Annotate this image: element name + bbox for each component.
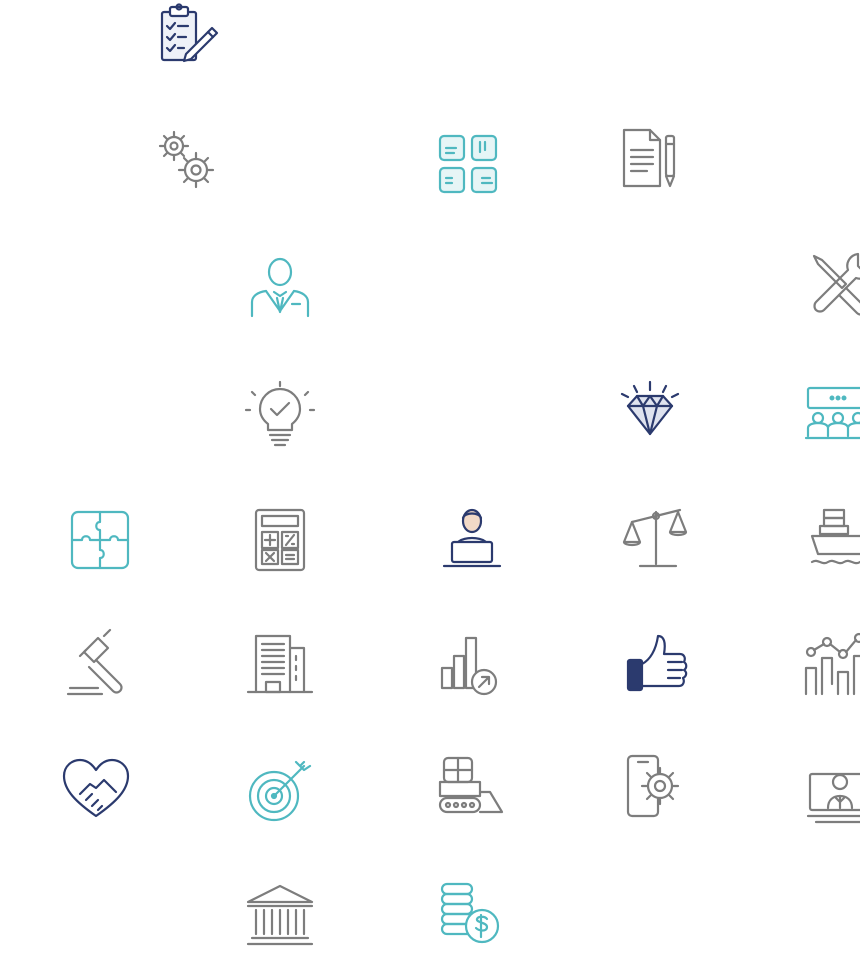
presenter-screen-icon (806, 758, 860, 830)
businessman-icon (244, 254, 316, 326)
wrench-screwdriver-icon (806, 248, 860, 320)
bulldozer-icon (436, 752, 508, 824)
handshake-heart-icon (60, 754, 132, 826)
gears-icon (152, 124, 224, 196)
conference-audience-icon (802, 382, 860, 454)
coins-dollar-icon (436, 878, 508, 950)
bank-building-icon (244, 880, 316, 952)
bar-chart-growth-icon (436, 628, 508, 700)
cargo-ship-icon (808, 504, 860, 576)
thumbs-up-icon (622, 628, 694, 700)
bar-line-chart-icon (802, 628, 860, 700)
document-pen-icon (614, 124, 686, 196)
balance-scale-icon (620, 504, 692, 576)
lightbulb-check-icon (244, 380, 316, 454)
person-laptop-icon (436, 504, 508, 576)
office-building-icon (244, 628, 316, 700)
diamond-icon (614, 378, 686, 450)
gavel-icon (64, 628, 136, 702)
hands-together-icon (432, 128, 504, 200)
clipboard-checklist-pen-icon (156, 3, 228, 76)
target-arrow-icon (244, 756, 316, 828)
puzzle-icon (64, 504, 136, 576)
mobile-gear-icon (620, 752, 692, 824)
calculator-icon (244, 504, 316, 576)
